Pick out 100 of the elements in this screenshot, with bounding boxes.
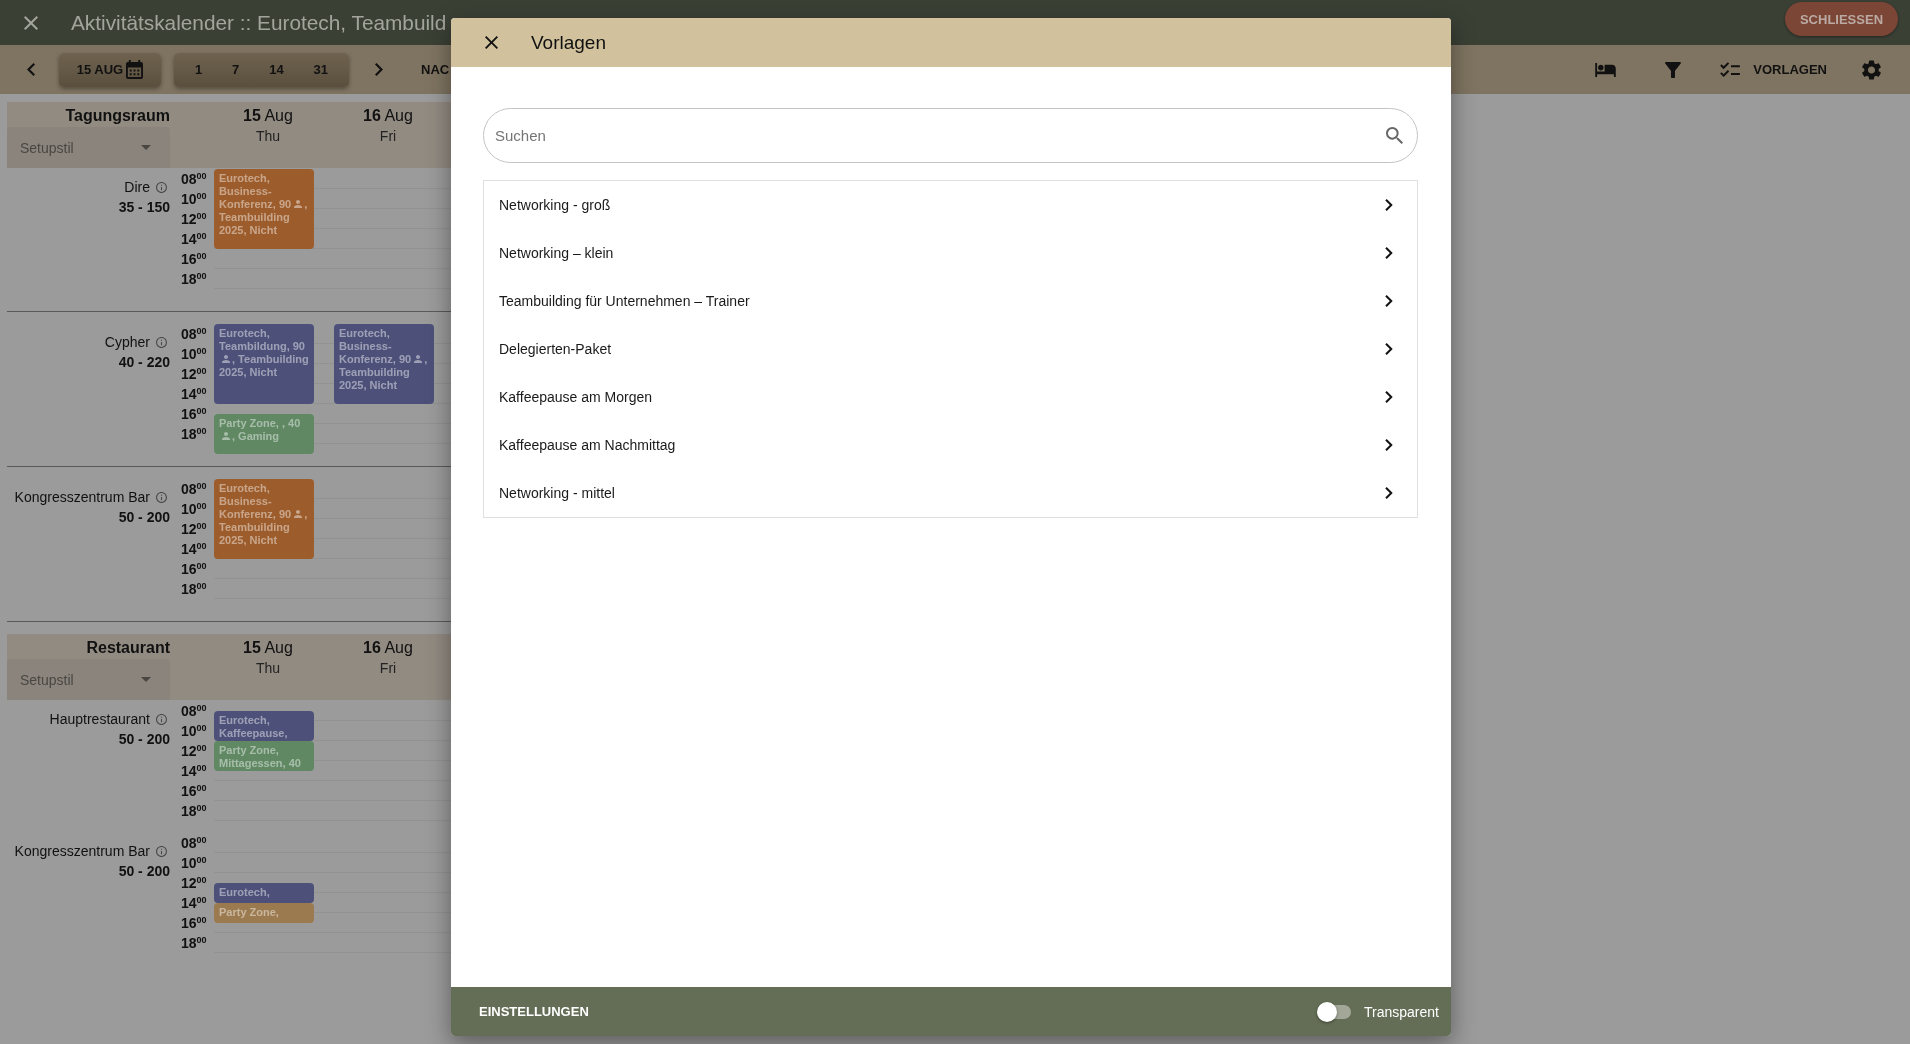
toggle-label: Transparent: [1364, 1003, 1439, 1020]
template-item[interactable]: Kaffeepause am Nachmittag: [484, 421, 1417, 469]
event-card[interactable]: Eurotech, Business-Konferenz, 90 , Teambuilding 2025, Nicht: [214, 169, 314, 249]
dialog-title: Vorlagen: [531, 31, 606, 54]
time-label: 16$^{00}$: [181, 405, 207, 424]
time-label: 10$^{00}$: [181, 345, 207, 364]
room-name: Hauptrestaurant: [49, 710, 150, 728]
event-card[interactable]: Party Zone,: [214, 903, 314, 923]
toolbar-label[interactable]: NAC: [421, 62, 450, 77]
range-button[interactable]: 31: [305, 56, 336, 83]
weekday: Thu: [255, 127, 281, 146]
time-label: 16$^{00}$: [181, 560, 207, 579]
time-label: 12$^{00}$: [181, 365, 207, 384]
room-type-title: Restaurant: [85, 638, 170, 658]
room-name: Dire: [124, 178, 150, 196]
time-label: 18$^{00}$: [181, 802, 207, 821]
info-icon[interactable]: [156, 491, 167, 503]
time-label: 16$^{00}$: [181, 782, 207, 801]
person-icon: [294, 510, 303, 518]
settings-icon[interactable]: [1862, 59, 1881, 80]
time-label: 16$^{00}$: [181, 914, 207, 933]
time-label: 18$^{00}$: [181, 425, 207, 444]
time-label: 12$^{00}$: [181, 742, 207, 761]
chevron-right-icon: [1385, 295, 1393, 307]
time-label: 18$^{00}$: [181, 270, 207, 289]
template-item[interactable]: Teambuilding für Unternehmen – Trainer: [484, 277, 1417, 325]
filter-icon[interactable]: [1665, 61, 1682, 78]
time-label: 10$^{00}$: [181, 500, 207, 519]
setup-style-dropdown[interactable]: Setupstil: [7, 659, 170, 700]
event-card[interactable]: Party Zone, , 40 , Gaming: [214, 414, 314, 454]
templates-button[interactable]: VORLAGEN: [1720, 62, 1827, 77]
app-title: Aktivitätskalender :: Eurotech, Teambuild: [71, 10, 447, 35]
time-label: 14$^{00}$: [181, 385, 207, 404]
template-item[interactable]: Delegierten-Paket: [484, 325, 1417, 373]
chevron-right-icon: [1385, 391, 1393, 403]
checklist-icon: [1720, 62, 1741, 77]
template-item[interactable]: Networking – klein: [484, 229, 1417, 277]
info-icon[interactable]: [156, 336, 167, 348]
event-card[interactable]: Party Zone, Mittagessen, 40: [214, 741, 314, 771]
time-label: 10$^{00}$: [181, 854, 207, 873]
info-icon[interactable]: [156, 713, 167, 725]
info-icon[interactable]: [156, 181, 167, 193]
chevron-left-icon[interactable]: [27, 63, 35, 76]
chevron-right-icon: [1385, 247, 1393, 259]
search-icon[interactable]: [1386, 127, 1403, 144]
time-label: 10$^{00}$: [181, 722, 207, 741]
chevron-right-icon: [1385, 439, 1393, 451]
room-name: Kongresszentrum Bar: [14, 488, 150, 506]
time-label: 08$^{00}$: [181, 325, 207, 344]
range-button[interactable]: 14: [261, 56, 292, 83]
template-item[interactable]: Networking - groß: [484, 181, 1417, 229]
range-button[interactable]: 7: [224, 56, 248, 83]
weekday: Thu: [255, 659, 281, 678]
caret-icon: [141, 145, 151, 150]
person-icon: [222, 355, 230, 363]
search-field[interactable]: Suchen: [483, 108, 1418, 163]
day-date: 15 Aug: [243, 638, 293, 658]
template-item[interactable]: Networking - mittel: [484, 469, 1417, 517]
info-icon[interactable]: [156, 845, 167, 857]
template-item[interactable]: Kaffeepause am Morgen: [484, 373, 1417, 421]
person-icon: [294, 200, 303, 208]
time-label: 14$^{00}$: [181, 230, 207, 249]
room-name: Kongresszentrum Bar: [14, 842, 150, 860]
chevron-right-icon: [1385, 343, 1393, 355]
time-label: 18$^{00}$: [181, 580, 207, 599]
settings-button[interactable]: EINSTELLUNGEN: [479, 1004, 589, 1019]
time-label: 08$^{00}$: [181, 170, 207, 189]
close-button[interactable]: SCHLIESSEN: [1785, 2, 1898, 36]
chevron-right-icon[interactable]: [375, 63, 383, 76]
range-button[interactable]: 1: [186, 56, 211, 83]
event-card[interactable]: Eurotech, Kaffeepause,: [214, 711, 314, 741]
time-label: 12$^{00}$: [181, 210, 207, 229]
event-card[interactable]: Eurotech,: [214, 883, 314, 903]
close-icon[interactable]: [485, 36, 498, 49]
time-label: 16$^{00}$: [181, 250, 207, 269]
event-card[interactable]: Eurotech, Business-Konferenz, 90 , Teambuilding 2025, Nicht: [214, 479, 314, 559]
person-icon: [222, 432, 230, 440]
bed-icon[interactable]: [1595, 62, 1617, 77]
setup-style-dropdown[interactable]: Setupstil: [7, 127, 170, 168]
chevron-right-icon: [1385, 487, 1393, 499]
time-label: 10$^{00}$: [181, 190, 207, 209]
day-date: 16 Aug: [363, 106, 413, 126]
caret-icon: [141, 677, 151, 682]
event-card[interactable]: Eurotech, Teambildung, 90 , Teambuilding 2025, Nicht: [214, 324, 314, 404]
time-label: 14$^{00}$: [181, 894, 207, 913]
time-label: 12$^{00}$: [181, 874, 207, 893]
time-label: 08$^{00}$: [181, 834, 207, 853]
day-date: 16 Aug: [363, 638, 413, 658]
room-capacity: 50 - 200: [118, 508, 170, 526]
toggle-switch[interactable]: [1317, 1001, 1352, 1022]
person-icon: [414, 355, 423, 363]
room-type-title: Tagungsraum: [64, 106, 170, 126]
room-capacity: 35 - 150: [118, 198, 170, 216]
room-capacity: 50 - 200: [118, 730, 170, 748]
weekday: Fri: [379, 127, 397, 146]
day-date: 15 Aug: [243, 106, 293, 126]
time-label: 14$^{00}$: [181, 540, 207, 559]
date-button[interactable]: 15 AUG: [59, 52, 161, 87]
time-label: 12$^{00}$: [181, 520, 207, 539]
event-card[interactable]: Eurotech, Business-Konferenz, 90 , Teambuilding 2025, Nicht: [334, 324, 434, 404]
